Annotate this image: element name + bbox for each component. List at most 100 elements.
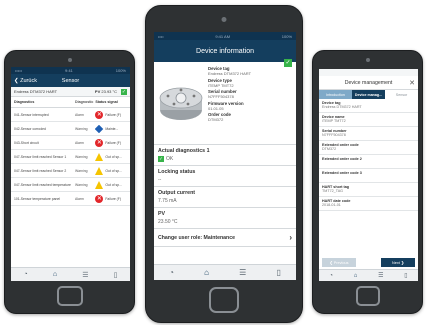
field-value	[322, 175, 415, 180]
previous-button[interactable]: ❮ Previous	[322, 258, 356, 267]
change-role-label: Change user role: Maintenance	[158, 234, 235, 241]
tab-bar: ◔ ⌂ ☰ ▯	[319, 269, 418, 281]
status-bar: ••••• 9:41 100%	[11, 67, 130, 74]
diagnostic-text: 047-Sensor limit reached Sensor 1	[14, 154, 67, 159]
diagnostic-text: 043-Short circuit	[14, 140, 39, 145]
carrier-text: ••••	[158, 33, 164, 39]
section-label: Locking status	[158, 169, 196, 175]
status-signal: ✕ Failure (F)	[95, 138, 127, 147]
status-signal-text: Failure (F)	[105, 140, 121, 145]
form-field[interactable]: Extended order code DTM372	[319, 141, 418, 155]
table-row[interactable]: 042-Sensor corroded Warning Mainte...	[11, 122, 130, 136]
change-user-role-row[interactable]: Change user role: Maintenance ›	[154, 229, 296, 247]
field-value: TMT72_TAG	[322, 189, 344, 193]
step-sensor[interactable]: Sensor	[385, 90, 418, 99]
status-signal: Mainte...	[95, 124, 127, 133]
next-button[interactable]: Next ❯	[381, 258, 415, 267]
home-icon[interactable]: ⌂	[354, 273, 358, 279]
form-field[interactable]: Device tag Endress DTM372 HART	[319, 99, 418, 113]
section-label: PV	[158, 211, 166, 217]
failure-icon: ✕	[95, 110, 104, 119]
battery-text: 100%	[281, 33, 292, 39]
gauge-icon[interactable]: ◔	[329, 273, 333, 279]
field-value: 2018-01-01	[322, 203, 341, 207]
status-signal-text: Out of sp...	[105, 154, 122, 159]
status-bar: •••• 9:41 AM 100%	[154, 32, 296, 40]
firmware-value: 01.01.05	[208, 105, 224, 111]
form-field[interactable]: Device name iTEMP TMT72	[319, 113, 418, 127]
device-icon[interactable]: ▯	[114, 271, 118, 279]
ok-status-icon: ✓	[121, 88, 127, 95]
camera	[221, 17, 227, 22]
device-card: Device tag Endress DTM372 HART Device ty…	[154, 62, 296, 145]
chevron-right-icon: ›	[289, 233, 292, 242]
pv-label: PV	[94, 89, 101, 94]
form-field[interactable]: Serial number N7FFF504378	[319, 127, 418, 141]
output-current-section: Output current 7.75 mA	[154, 187, 296, 208]
output-value: 7.75 mA	[158, 198, 177, 204]
status-signal: Out of sp...	[95, 180, 127, 189]
home-button[interactable]	[56, 286, 83, 306]
step-device-management[interactable]: Device manag...	[352, 90, 385, 99]
field-value: Endress DTM372 HART	[322, 105, 362, 109]
sensor-screen: ••••• 9:41 100% Sensor ❮ Zurück Endress …	[11, 67, 130, 281]
dialog-header: Device management ✕	[319, 76, 418, 90]
form-field[interactable]: HART short tag TMT72_TAG	[319, 183, 418, 197]
status-signal-text: Mainte...	[105, 126, 119, 131]
table-row[interactable]: 047-Sensor limit reached Sensor 2 Warning…	[11, 164, 130, 178]
status-signal: Out of sp...	[95, 166, 127, 175]
table-header: Diagnostics Diagnostic Status signal	[11, 97, 130, 108]
status-signal: Out of sp...	[95, 152, 127, 161]
device-icon[interactable]: ▯	[404, 272, 407, 279]
diagnostic-type: Alarm	[75, 196, 84, 201]
time-text: 9:41	[64, 68, 73, 73]
wizard-buttons: ❮ Previous Next ❯	[319, 258, 418, 268]
gauge-icon[interactable]: ◔	[24, 271, 28, 278]
ok-check-icon: ✓	[158, 156, 164, 162]
menu-icon[interactable]: ☰	[239, 268, 246, 277]
status-signal: ✕ Failure (F)	[95, 110, 127, 119]
tab-bar: ◔ ⌂ ☰ ▯	[11, 267, 130, 281]
back-button[interactable]: ❮ Zurück	[14, 78, 37, 84]
table-row[interactable]: 041-Sensor interrupted Alarm ✕ Failure (F)	[11, 108, 130, 122]
home-icon[interactable]: ⌂	[53, 271, 57, 278]
diagnostic-text: 042-Sensor corroded	[14, 126, 46, 131]
ok-status-icon: ✓	[284, 59, 292, 67]
locking-status-section: Locking status --	[154, 166, 296, 187]
gauge-icon[interactable]: ◔	[169, 268, 174, 277]
time-text: 9:41 AM	[215, 33, 231, 39]
camera	[365, 58, 370, 62]
home-icon[interactable]: ⌂	[204, 268, 209, 277]
table-row[interactable]: 047-Sensor limit reached Sensor 1 Warning…	[11, 150, 130, 164]
field-value: DTM372	[322, 147, 337, 151]
phone-right: Device management ✕ Introduction Device …	[312, 50, 423, 314]
device-name: Endress DTM372 HART	[14, 89, 58, 94]
home-button[interactable]	[355, 286, 380, 306]
table-row[interactable]: 043-Short circuit Alarm ✕ Failure (F)	[11, 136, 130, 150]
table-row[interactable]: 047-Sensor limit reached temperature Warn…	[11, 178, 130, 192]
pv-section: PV 23.50 °C	[154, 208, 296, 229]
menu-icon[interactable]: ☰	[378, 272, 383, 279]
home-button[interactable]	[209, 287, 239, 313]
section-label: Actual diagnostics 1	[158, 148, 210, 154]
maintenance-icon	[95, 124, 104, 133]
warning-icon	[95, 166, 104, 175]
device-tag-value: Endress DTM372 HART	[208, 71, 252, 76]
diagnostics-text: OK	[166, 156, 174, 162]
form-field[interactable]: Extended order code 3	[319, 169, 418, 183]
device-icon[interactable]: ▯	[276, 268, 280, 277]
diagnostic-text: 047-Sensor limit reached Sensor 2	[14, 168, 67, 173]
field-value: iTEMP TMT72	[322, 119, 346, 123]
table-row[interactable]: 101-Sensor temperature panel Alarm ✕ Failur…	[11, 192, 130, 206]
form-field[interactable]: Extended order code 2	[319, 155, 418, 169]
status-signal: ✕ Failure (F)	[95, 194, 127, 203]
serial-value: N7FFF504378	[208, 94, 234, 99]
wizard-steps: Introduction Device manag... Sensor	[319, 90, 418, 99]
diagnostic-type: Warning	[75, 126, 88, 131]
menu-icon[interactable]: ☰	[82, 271, 88, 279]
diagnostic-type: Alarm	[75, 140, 84, 145]
field-value: N7FFF504378	[322, 133, 346, 137]
close-icon[interactable]: ✕	[409, 79, 415, 87]
step-introduction[interactable]: Introduction	[319, 90, 352, 99]
form-field[interactable]: HART date code 2018-01-01	[319, 197, 418, 211]
